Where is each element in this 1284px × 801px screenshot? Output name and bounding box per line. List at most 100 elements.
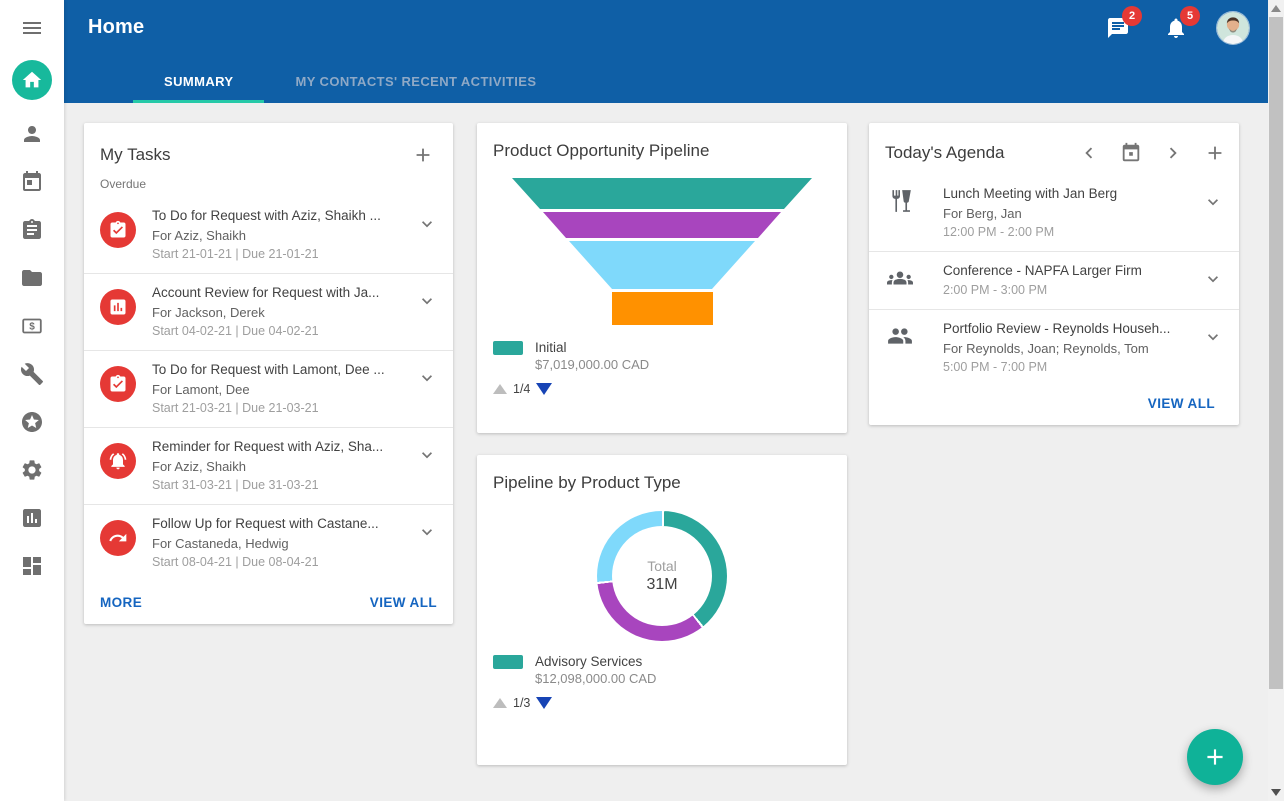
page-title: Home <box>88 16 144 39</box>
folder-icon <box>20 266 44 290</box>
task-dates: Start 21-03-21 | Due 21-03-21 <box>152 399 411 418</box>
funnel-chart[interactable] <box>493 175 831 327</box>
task-for: For Lamont, Dee <box>152 380 411 399</box>
legend-swatch <box>493 655 523 669</box>
tasks-view-all-button[interactable]: VIEW ALL <box>370 595 437 610</box>
tab-bar: SUMMARY MY CONTACTS' RECENT ACTIVITIES <box>133 59 567 103</box>
expand-appointment-button[interactable] <box>1197 263 1229 295</box>
wrench-icon <box>20 362 44 386</box>
header: Home 2 5 SUMMARY MY CONT <box>64 0 1268 103</box>
sidebar-item-files[interactable] <box>12 258 52 298</box>
expand-task-button[interactable] <box>411 516 443 548</box>
task-title[interactable]: Follow Up for Request with Castane... <box>152 514 411 534</box>
funnel-card-title: Product Opportunity Pipeline <box>493 141 831 161</box>
agenda-calendar-button[interactable] <box>1117 139 1145 167</box>
scrollbar-thumb[interactable] <box>1269 17 1283 689</box>
legend-value: $7,019,000.00 CAD <box>535 356 649 374</box>
overdue-label: Overdue <box>84 173 453 197</box>
people-icon <box>887 323 943 354</box>
agenda-next-day-button[interactable] <box>1159 139 1187 167</box>
sidebar-item-opportunities[interactable]: $ <box>12 306 52 346</box>
content-area: My Tasks Overdue To Do for Request with … <box>64 103 1268 801</box>
sidebar-item-settings[interactable] <box>12 450 52 490</box>
agenda-item-title[interactable]: Portfolio Review - Reynolds Househ... <box>943 319 1197 339</box>
agenda-item-title[interactable]: Lunch Meeting with Jan Berg <box>943 184 1197 204</box>
agenda-prev-day-button[interactable] <box>1075 139 1103 167</box>
task-title[interactable]: To Do for Request with Lamont, Dee ... <box>152 360 411 380</box>
agenda-item-time: 5:00 PM - 7:00 PM <box>943 358 1197 377</box>
add-task-button[interactable] <box>409 141 437 169</box>
donut-pager: 1/3 <box>493 696 831 710</box>
pager-text: 1/3 <box>513 696 530 710</box>
pager-up-icon[interactable] <box>493 384 507 394</box>
sidebar-item-favorites[interactable] <box>12 402 52 442</box>
task-dates: Start 04-02-21 | Due 04-02-21 <box>152 322 411 341</box>
header-actions: 2 5 <box>1100 10 1250 46</box>
sidebar-item-reports[interactable] <box>12 498 52 538</box>
donut-chart[interactable]: Total 31M <box>597 511 727 641</box>
pager-down-icon[interactable] <box>536 697 552 709</box>
task-title[interactable]: Account Review for Request with Ja... <box>152 283 411 303</box>
task-dates: Start 08-04-21 | Due 08-04-21 <box>152 553 411 572</box>
expand-task-button[interactable] <box>411 285 443 317</box>
star-circle-icon <box>20 410 44 434</box>
sidebar-item-dashboard[interactable] <box>12 546 52 586</box>
chevron-down-icon <box>1203 269 1223 289</box>
person-icon <box>20 122 44 146</box>
dashboard-icon <box>20 554 44 578</box>
task-row: To Do for Request with Lamont, Dee ... F… <box>84 350 453 427</box>
pager-up-icon[interactable] <box>493 698 507 708</box>
sidebar-item-calendar[interactable] <box>12 162 52 202</box>
messages-button[interactable]: 2 <box>1100 10 1136 46</box>
pager-down-icon[interactable] <box>536 383 552 395</box>
expand-task-button[interactable] <box>411 208 443 240</box>
task-title[interactable]: Reminder for Request with Aziz, Sha... <box>152 437 411 457</box>
expand-appointment-button[interactable] <box>1197 186 1229 218</box>
avatar[interactable] <box>1216 11 1250 45</box>
task-title[interactable]: To Do for Request with Aziz, Shaikh ... <box>152 206 411 226</box>
sidebar-item-tasks[interactable] <box>12 210 52 250</box>
menu-button[interactable] <box>12 8 52 48</box>
scroll-up-button[interactable] <box>1268 0 1284 17</box>
tab-my-contacts-recent-activities[interactable]: MY CONTACTS' RECENT ACTIVITIES <box>264 59 567 103</box>
sidebar-item-tools[interactable] <box>12 354 52 394</box>
groups-icon <box>887 265 943 296</box>
bar-chart-icon <box>20 506 44 530</box>
more-button[interactable]: MORE <box>100 595 142 610</box>
add-appointment-button[interactable] <box>1201 139 1229 167</box>
todo-check-icon <box>100 366 136 402</box>
clipboard-icon <box>20 218 44 242</box>
legend-label: Advisory Services <box>535 653 656 670</box>
notifications-button[interactable]: 5 <box>1158 10 1194 46</box>
agenda-item-time: 12:00 PM - 2:00 PM <box>943 223 1197 242</box>
task-dates: Start 31-03-21 | Due 31-03-21 <box>152 476 411 495</box>
agenda-row: Portfolio Review - Reynolds Househ... Fo… <box>869 309 1239 386</box>
agenda-item-time: 2:00 PM - 3:00 PM <box>943 281 1197 300</box>
task-dates: Start 21-01-21 | Due 21-01-21 <box>152 245 411 264</box>
tab-summary[interactable]: SUMMARY <box>133 59 264 103</box>
task-for: For Aziz, Shaikh <box>152 226 411 245</box>
agenda-view-all-button[interactable]: VIEW ALL <box>1148 396 1215 411</box>
add-new-fab[interactable] <box>1187 729 1243 785</box>
donut-card-title: Pipeline by Product Type <box>493 473 831 493</box>
sidebar: $ <box>0 0 64 801</box>
dollar-card-icon: $ <box>20 314 44 338</box>
expand-task-button[interactable] <box>411 362 443 394</box>
task-for: For Jackson, Derek <box>152 303 411 322</box>
agenda-row: Lunch Meeting with Jan Berg For Berg, Ja… <box>869 175 1239 251</box>
chevron-right-icon <box>1162 142 1184 164</box>
chevron-down-icon <box>417 214 437 234</box>
sidebar-item-contacts[interactable] <box>12 114 52 154</box>
reminder-bell-icon <box>100 443 136 479</box>
expand-task-button[interactable] <box>411 439 443 471</box>
todays-agenda-card: Today's Agenda Lunch <box>869 123 1239 425</box>
chevron-down-icon <box>1203 327 1223 347</box>
sidebar-item-home[interactable] <box>12 60 52 100</box>
agenda-item-for: For Reynolds, Joan; Reynolds, Tom <box>943 339 1197 358</box>
agenda-item-title[interactable]: Conference - NAPFA Larger Firm <box>943 261 1197 281</box>
scroll-down-button[interactable] <box>1268 784 1284 801</box>
scroll-up-icon <box>1271 5 1281 12</box>
hamburger-icon <box>20 16 44 40</box>
expand-appointment-button[interactable] <box>1197 321 1229 353</box>
task-for: For Aziz, Shaikh <box>152 457 411 476</box>
